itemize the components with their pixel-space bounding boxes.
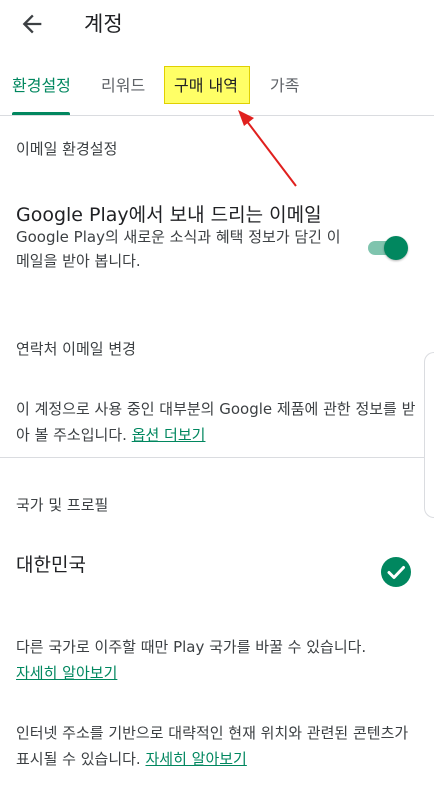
learn-more-link-2[interactable]: 자세히 알아보기 [145, 750, 246, 768]
country-section-header: 국가 및 프로필 [16, 496, 109, 514]
country-move-info: 다른 국가로 이주할 때만 Play 국가를 바꿀 수 있습니다. 자세히 알아… [16, 634, 416, 686]
learn-more-link[interactable]: 자세히 알아보기 [16, 664, 117, 682]
tab-purchase-history[interactable]: 구매 내역 [174, 58, 238, 114]
scroll-handle[interactable] [424, 352, 434, 518]
ip-location-info: 인터넷 주소를 기반으로 대략적인 현재 위치와 관련된 콘텐츠가 표시될 수 … [16, 720, 416, 772]
email-section-header: 이메일 환경설정 [16, 140, 118, 158]
tab-bar: 환경설정 리워드 구매 내역 가족 [0, 58, 434, 116]
country-name[interactable]: 대한민국 [16, 550, 86, 577]
email-toggle-switch[interactable] [366, 234, 408, 260]
tab-preferences[interactable]: 환경설정 [12, 58, 71, 114]
arrow-back-icon[interactable] [18, 10, 46, 38]
app-bar: 계정 [0, 0, 434, 50]
tab-family[interactable]: 가족 [270, 58, 299, 114]
check-circle-icon [381, 557, 411, 587]
annotation-arrow-icon [238, 110, 297, 187]
contact-description: 이 계정으로 사용 중인 대부분의 Google 제품에 관한 정보를 받아 볼… [16, 396, 416, 448]
country-move-text: 다른 국가로 이주할 때만 Play 국가를 바꿀 수 있습니다. [16, 638, 367, 656]
tabs-divider [0, 115, 434, 116]
tab-rewards[interactable]: 리워드 [101, 58, 145, 114]
page-title: 계정 [84, 12, 123, 36]
email-setting-desc: Google Play의 새로운 소식과 혜택 정보가 담긴 이메일을 받아 봅… [16, 228, 341, 270]
contact-text: 이 계정으로 사용 중인 대부분의 Google 제품에 관한 정보를 받아 볼… [16, 400, 416, 444]
more-options-link[interactable]: 옵션 더보기 [132, 426, 206, 444]
email-setting-title: Google Play에서 보내 드리는 이메일 [16, 204, 322, 226]
switch-thumb [384, 236, 408, 260]
contact-section-header[interactable]: 연락처 이메일 변경 [16, 338, 136, 359]
section-divider [0, 457, 434, 458]
